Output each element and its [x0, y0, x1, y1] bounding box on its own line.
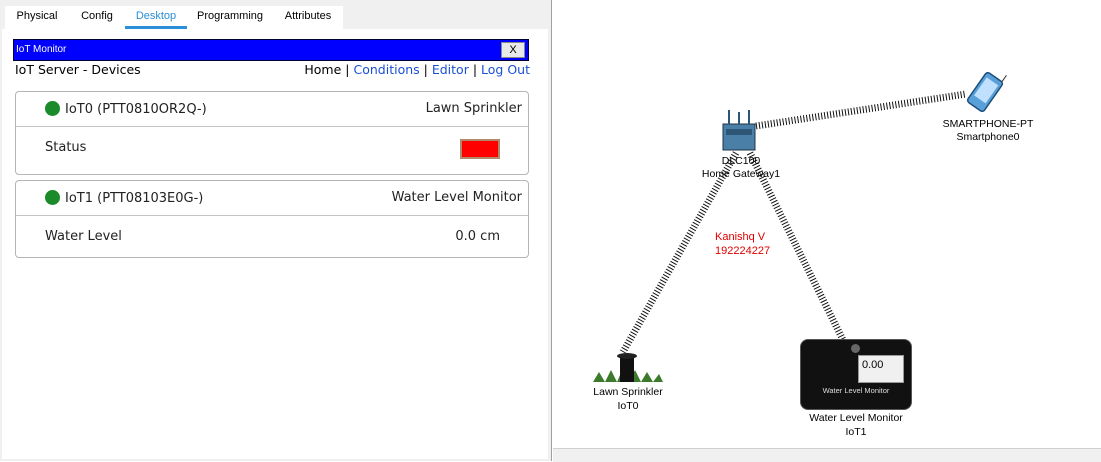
tab-config[interactable]: Config [69, 6, 125, 26]
device-card-header[interactable]: IoT0 (PTT0810OR2Q-) Lawn Sprinkler [16, 92, 528, 127]
water-level-monitor-device[interactable]: 0.00 Water Level Monitor [800, 339, 912, 410]
nav-home-link[interactable]: Home [304, 62, 341, 77]
tab-programming[interactable]: Programming [187, 6, 273, 26]
nav-logout-link[interactable]: Log Out [481, 62, 530, 77]
smartphone-name-label: Smartphone0 [956, 131, 1020, 143]
water-level-panel-label: Water Level Monitor [822, 386, 890, 395]
device-name: IoT1 (PTT08103E0G-) [65, 191, 204, 206]
tab-desktop[interactable]: Desktop [125, 6, 187, 29]
page-title: IoT Server - Devices [15, 62, 141, 77]
nav-separator: | [472, 62, 478, 77]
nav-conditions-link[interactable]: Conditions [353, 62, 419, 77]
sprinkler-name-label: IoT0 [617, 400, 639, 412]
water-level-value: 0.0 cm [455, 229, 500, 244]
water-level-readout: 0.00 [858, 355, 904, 383]
nav-editor-link[interactable]: Editor [432, 62, 469, 77]
online-status-icon [45, 101, 60, 116]
lawn-sprinkler-icon [593, 353, 663, 382]
smartphone-icon [966, 71, 1007, 113]
wireless-link-gateway-smartphone [755, 90, 967, 130]
sprinkler-status-toggle[interactable] [460, 139, 500, 159]
device-name: IoT0 (PTT0810OR2Q-) [65, 102, 207, 117]
sensor-icon [851, 344, 860, 353]
device-card-iot0: IoT0 (PTT0810OR2Q-) Lawn Sprinkler Statu… [15, 91, 529, 175]
device-config-panel: Physical Config Desktop Programming Attr… [0, 0, 552, 461]
annotation-id: 192224227 [715, 245, 771, 257]
online-status-icon [45, 190, 60, 205]
window-title: IoT Monitor [16, 44, 67, 55]
workspace-bottom-bar [553, 448, 1101, 462]
top-nav: Home | Conditions | Editor | Log Out [304, 62, 530, 77]
device-type: Lawn Sprinkler [425, 101, 522, 116]
tab-bar: Physical Config Desktop Programming Attr… [5, 6, 343, 29]
topology-workspace[interactable]: DLC100 Home Gateway1 SMARTPHONE-PT Smart… [553, 0, 1101, 461]
smartphone-model-label: SMARTPHONE-PT [942, 118, 1034, 130]
gateway-model-label: DLC100 [721, 155, 761, 167]
iot-monitor-titlebar: IoT Monitor X [13, 39, 529, 61]
water-monitor-model-label: Water Level Monitor [809, 412, 903, 424]
page-header: IoT Server - Devices Home | Conditions |… [15, 62, 530, 80]
device-card-header[interactable]: IoT1 (PTT08103E0G-) Water Level Monitor [16, 181, 528, 216]
device-card-iot1: IoT1 (PTT08103E0G-) Water Level Monitor … [15, 180, 529, 258]
sprinkler-model-label: Lawn Sprinkler [593, 386, 663, 398]
nav-separator: | [345, 62, 350, 77]
close-button[interactable]: X [501, 42, 525, 58]
status-label: Status [45, 140, 87, 155]
water-level-label: Water Level [45, 229, 122, 244]
home-gateway-icon [722, 110, 756, 151]
gateway-name-label: Home Gateway1 [701, 168, 781, 180]
water-monitor-name-label: IoT1 [845, 426, 867, 438]
tab-physical[interactable]: Physical [5, 6, 69, 26]
tab-attributes[interactable]: Attributes [273, 6, 343, 26]
annotation-name: Kanishq V [715, 231, 766, 243]
nav-separator: | [423, 62, 428, 77]
device-type: Water Level Monitor [391, 190, 522, 205]
